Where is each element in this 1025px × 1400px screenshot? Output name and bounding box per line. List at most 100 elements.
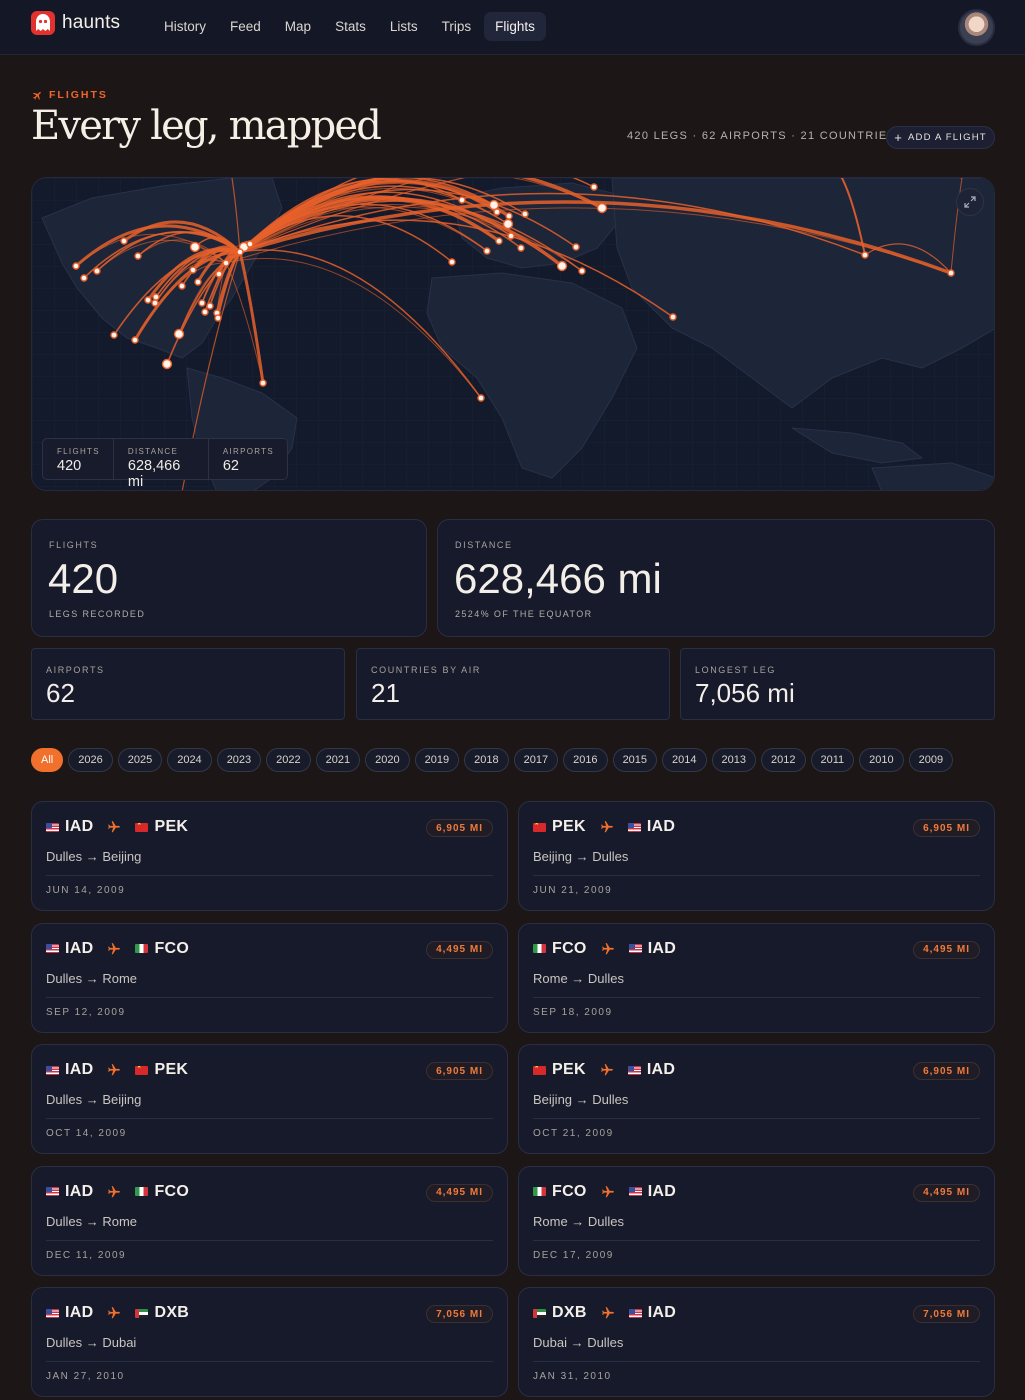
route-names: Rome → Dulles bbox=[533, 970, 625, 986]
flight-card[interactable]: DXB IAD 7,056 MI Dubai → Dulles JAN 31, 2010 bbox=[518, 1287, 995, 1397]
nav-link-history[interactable]: History bbox=[153, 12, 217, 41]
year-chip-2026[interactable]: 2026 bbox=[68, 748, 113, 772]
stat-label: FLIGHTS bbox=[49, 540, 99, 550]
flag-cn-icon: ★ bbox=[135, 1065, 149, 1075]
map-stats-overlay: FLIGHTS 420 DISTANCE 628,466 mi AIRPORTS… bbox=[42, 438, 288, 490]
top-nav: haunts History Feed Map Stats Lists Trips Flig… bbox=[0, 0, 1025, 55]
origin-code: PEK bbox=[552, 818, 586, 835]
distance-badge: 4,495 MI bbox=[913, 1183, 980, 1202]
destination-code: IAD bbox=[647, 1182, 677, 1200]
route-names: Beijing → Dulles bbox=[533, 1092, 629, 1107]
year-chip-2022[interactable]: 2022 bbox=[266, 748, 311, 772]
flight-card[interactable]: IAD ★ PEK 6,905 MI Dulles → Beijing JUN 14, 2… bbox=[31, 801, 508, 911]
route-names: Beijing → Dulles bbox=[533, 849, 629, 864]
origin-code: DXB bbox=[552, 1304, 587, 1321]
expand-map-button[interactable] bbox=[956, 188, 984, 216]
year-chip-all[interactable]: All bbox=[31, 748, 64, 772]
origin-code: IAD bbox=[65, 1182, 94, 1200]
plane-icon bbox=[601, 1185, 614, 1197]
year-chip-2021[interactable]: 2021 bbox=[315, 748, 361, 772]
year-chip-2023[interactable]: 2023 bbox=[216, 748, 262, 772]
flight-map[interactable]: FLIGHTS 420 DISTANCE 628,466 mi AIRPORTS… bbox=[31, 177, 995, 491]
stat-card-longest: LONGEST LEG 7,056 mi bbox=[680, 648, 995, 720]
flag-cn-icon: ★ bbox=[135, 822, 149, 832]
destination-code: IAD bbox=[647, 939, 677, 957]
divider bbox=[533, 1239, 980, 1241]
flight-card[interactable]: FCO IAD 4,495 MI Rome → Dulles SEP 18, 2009 bbox=[518, 922, 995, 1033]
flag-it-icon bbox=[533, 1187, 546, 1196]
year-chip-2011[interactable]: 2011 bbox=[810, 748, 855, 772]
flight-card[interactable]: ★ PEK IAD 6,905 MI Beijing → Dulles JUN 21, 2… bbox=[518, 801, 995, 911]
flight-route: IAD DXB bbox=[46, 1304, 189, 1322]
brand-logo[interactable]: haunts bbox=[31, 11, 120, 35]
nav-link-lists[interactable]: Lists bbox=[379, 12, 429, 41]
year-filter: All 2026 2025 2024 2023 2022 2021 2020 2019 2018 2… bbox=[31, 748, 954, 772]
year-chip-2025[interactable]: 2025 bbox=[117, 748, 163, 772]
plane-icon bbox=[600, 821, 613, 833]
stat-subtext: 2524% OF THE EQUATOR bbox=[455, 609, 593, 619]
plus-icon: + bbox=[894, 130, 903, 145]
year-chip-2019[interactable]: 2019 bbox=[414, 748, 460, 772]
divider bbox=[533, 1361, 980, 1362]
stat-value: 420 bbox=[48, 555, 119, 602]
flag-ae-icon bbox=[533, 1308, 546, 1318]
divider bbox=[46, 1118, 493, 1119]
flight-route: IAD FCO bbox=[46, 1183, 189, 1201]
avatar[interactable] bbox=[958, 9, 995, 46]
stat-card-distance: DISTANCE 628,466 mi 2524% OF THE EQUATOR bbox=[437, 519, 995, 637]
stat-value: 62 bbox=[46, 678, 75, 708]
flight-card[interactable]: ★ PEK IAD 6,905 MI Beijing → Dulles OCT 21, 2… bbox=[518, 1044, 995, 1154]
stat-label: COUNTRIES BY AIR bbox=[371, 665, 481, 675]
plane-icon bbox=[108, 821, 121, 833]
map-stat-airports: AIRPORTS 62 bbox=[209, 439, 287, 479]
year-chip-2012[interactable]: 2012 bbox=[761, 748, 806, 772]
plane-icon bbox=[601, 1307, 614, 1319]
stat-value: 7,056 mi bbox=[695, 678, 795, 708]
nav-link-map[interactable]: Map bbox=[274, 12, 322, 41]
destination-code: FCO bbox=[154, 939, 190, 957]
flight-date: DEC 17, 2009 bbox=[533, 1249, 614, 1261]
flight-route: FCO IAD bbox=[533, 1183, 676, 1201]
route-names: Dulles → Dubai bbox=[46, 1335, 137, 1350]
flag-us-icon bbox=[627, 1065, 641, 1075]
year-chip-2017[interactable]: 2017 bbox=[513, 748, 559, 772]
year-chip-2020[interactable]: 2020 bbox=[365, 748, 410, 772]
flight-card[interactable]: IAD ★ PEK 6,905 MI Dulles → Beijing OCT 14, 2… bbox=[31, 1044, 508, 1154]
flight-card[interactable]: FCO IAD 4,495 MI Rome → Dulles DEC 17, 2009 bbox=[518, 1165, 995, 1276]
flight-route: FCO IAD bbox=[533, 940, 676, 958]
flight-date: JAN 31, 2010 bbox=[533, 1371, 612, 1382]
flight-date: JAN 27, 2010 bbox=[46, 1371, 125, 1382]
divider bbox=[46, 1239, 493, 1241]
flight-route: IAD ★ PEK bbox=[46, 1061, 188, 1079]
origin-code: IAD bbox=[65, 1304, 94, 1321]
year-chip-2009[interactable]: 2009 bbox=[908, 748, 954, 772]
flight-date: SEP 12, 2009 bbox=[46, 1006, 126, 1018]
nav-link-stats[interactable]: Stats bbox=[324, 12, 377, 41]
stat-card-countries: COUNTRIES BY AIR 21 bbox=[356, 648, 670, 720]
map-stat-value: 420 bbox=[57, 458, 82, 474]
flight-card[interactable]: IAD FCO 4,495 MI Dulles → Rome DEC 11, 2009 bbox=[31, 1165, 508, 1276]
year-chip-2024[interactable]: 2024 bbox=[167, 748, 212, 772]
nav-link-trips[interactable]: Trips bbox=[431, 12, 483, 41]
flag-us-icon bbox=[628, 1187, 642, 1196]
nav-link-flights[interactable]: Flights bbox=[484, 12, 546, 41]
year-chip-2018[interactable]: 2018 bbox=[464, 748, 509, 772]
year-chip-2014[interactable]: 2014 bbox=[662, 748, 707, 772]
flag-cn-icon: ★ bbox=[533, 1065, 546, 1075]
flight-card[interactable]: IAD FCO 4,495 MI Dulles → Rome SEP 12, 2009 bbox=[31, 922, 508, 1033]
year-chip-2010[interactable]: 2010 bbox=[859, 748, 904, 772]
add-flight-button[interactable]: + ADD A FLIGHT bbox=[886, 126, 995, 149]
year-chip-2015[interactable]: 2015 bbox=[612, 748, 658, 772]
distance-badge: 7,056 MI bbox=[913, 1305, 980, 1323]
year-chip-2013[interactable]: 2013 bbox=[711, 748, 757, 772]
route-names: Dulles → Beijing bbox=[46, 849, 142, 864]
year-chip-2016[interactable]: 2016 bbox=[563, 748, 608, 772]
nav-link-feed[interactable]: Feed bbox=[219, 12, 272, 41]
flag-us-icon bbox=[46, 1187, 59, 1196]
destination-code: FCO bbox=[154, 1182, 190, 1200]
divider bbox=[533, 1118, 980, 1119]
map-stat-value: 62 bbox=[222, 458, 239, 474]
origin-code: IAD bbox=[65, 939, 94, 957]
flight-card[interactable]: IAD DXB 7,056 MI Dulles → Dubai JAN 27, 2010 bbox=[31, 1287, 508, 1397]
flag-us-icon bbox=[46, 944, 59, 953]
